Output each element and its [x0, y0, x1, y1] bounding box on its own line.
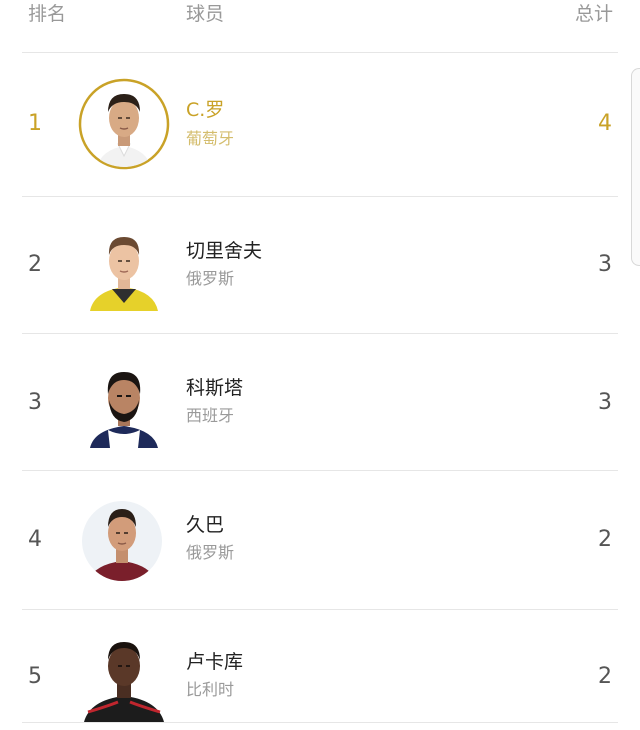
total-value: 2 — [598, 527, 612, 552]
player-country: 比利时 — [186, 680, 235, 699]
table-row[interactable]: 3 科斯塔 西班牙 3 — [0, 334, 640, 470]
rank-value: 2 — [28, 252, 42, 277]
rank-value: 3 — [28, 390, 42, 415]
rank-value: 1 — [28, 111, 42, 136]
rank-column-header: 排名 — [28, 3, 67, 25]
side-panel-handle[interactable] — [631, 68, 640, 266]
total-value: 4 — [598, 111, 612, 136]
player-avatar — [78, 219, 170, 311]
player-country: 俄罗斯 — [186, 269, 235, 288]
player-name[interactable]: C.罗 — [186, 98, 224, 122]
player-avatar — [78, 630, 170, 722]
table-row[interactable]: 5 卢卡库 比利时 2 — [0, 610, 640, 722]
rank-value: 5 — [28, 664, 42, 689]
player-name[interactable]: 科斯塔 — [186, 376, 243, 400]
player-avatar — [78, 356, 170, 448]
total-value: 2 — [598, 664, 612, 689]
player-country: 俄罗斯 — [186, 543, 235, 562]
player-avatar — [78, 78, 170, 170]
total-column-header: 总计 — [574, 3, 613, 25]
player-name[interactable]: 久巴 — [186, 513, 224, 537]
table-row[interactable]: 2 切里舍夫 俄罗斯 3 — [0, 197, 640, 333]
player-name[interactable]: 切里舍夫 — [186, 239, 262, 263]
table-row[interactable]: 1 C.罗 葡萄牙 4 — [0, 53, 640, 196]
player-avatar — [78, 495, 170, 587]
total-value: 3 — [598, 390, 612, 415]
player-name[interactable]: 卢卡库 — [186, 650, 243, 674]
total-value: 3 — [598, 252, 612, 277]
player-column-header: 球员 — [186, 3, 225, 25]
row-divider — [22, 722, 618, 723]
table-header: 排名 球员 总计 — [0, 0, 640, 52]
rank-value: 4 — [28, 527, 42, 552]
player-country: 西班牙 — [186, 406, 235, 425]
table-row[interactable]: 4 久巴 俄罗斯 2 — [0, 471, 640, 609]
player-country: 葡萄牙 — [186, 129, 235, 148]
